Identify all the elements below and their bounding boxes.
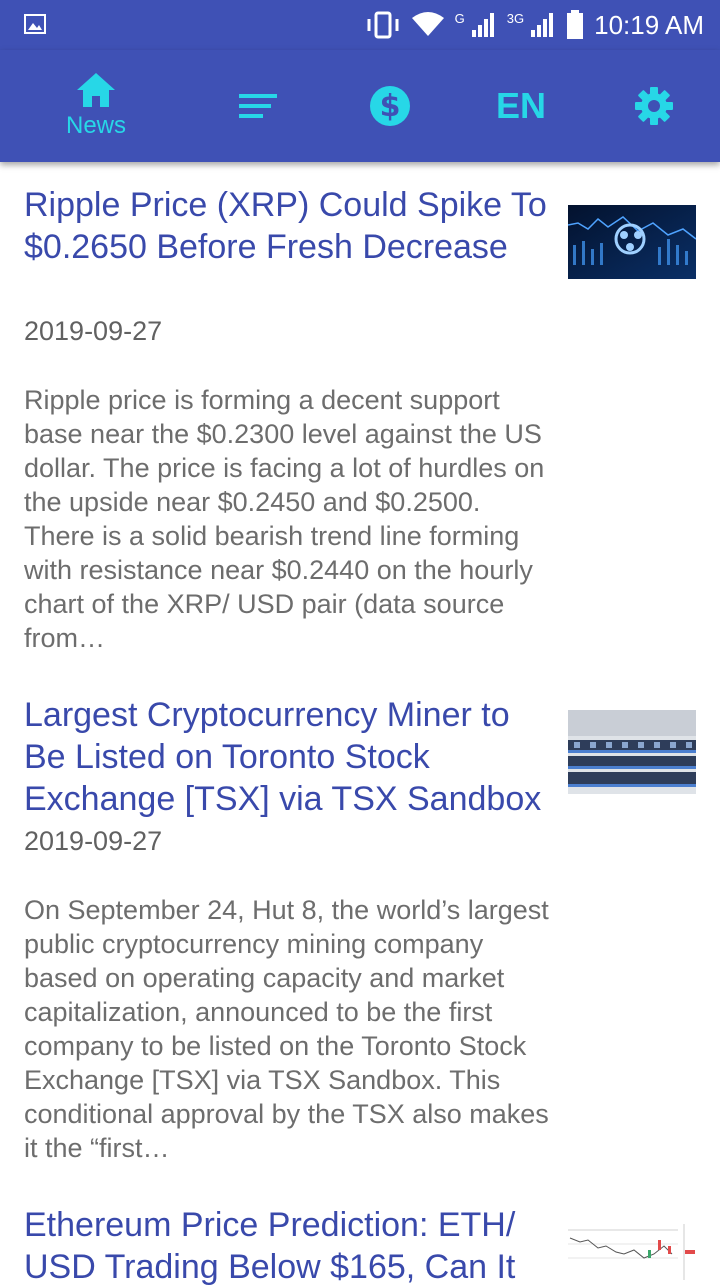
language-label: EN [495,85,546,126]
network-type-label: G [454,10,465,26]
image-icon [24,14,46,34]
tab-news[interactable]: News [50,50,142,162]
tab-menu[interactable] [232,50,284,162]
vibrate-icon [367,11,399,39]
wifi-icon [411,12,444,36]
status-bar: G 3G 10:19 AM [0,0,720,50]
news-thumbnail[interactable] [568,205,696,279]
home-icon [77,73,115,107]
news-thumbnail[interactable] [568,1224,696,1280]
battery-icon [567,10,584,39]
news-date: 2019-09-27 [24,826,163,856]
svg-text:$: $ [380,89,401,124]
news-title[interactable]: Largest Cryptocurrency Miner to Be Liste… [24,694,559,820]
tab-news-label: News [65,112,126,139]
top-nav: News $ EN [0,50,720,162]
tab-language[interactable]: EN [490,50,552,162]
signal-icon [531,13,554,37]
news-summary: On September 24, Hut 8, the world’s larg… [24,895,549,1163]
clock: 10:19 AM [594,9,704,40]
news-thumbnail[interactable] [568,710,696,794]
news-summary: Ripple price is forming a decent support… [24,385,545,653]
signal-icon [471,13,494,37]
menu-icon [239,94,277,118]
news-date: 2019-09-27 [24,316,163,346]
tab-prices[interactable]: $ [364,50,416,162]
network-type-label: 3G [506,10,525,26]
news-title[interactable]: Ripple Price (XRP) Could Spike To $0.265… [24,184,559,268]
tab-settings[interactable] [628,50,680,162]
news-title[interactable]: Ethereum Price Prediction: ETH/ USD Trad… [24,1204,559,1288]
dollar-icon: $ [370,86,410,126]
gear-icon [635,87,673,125]
